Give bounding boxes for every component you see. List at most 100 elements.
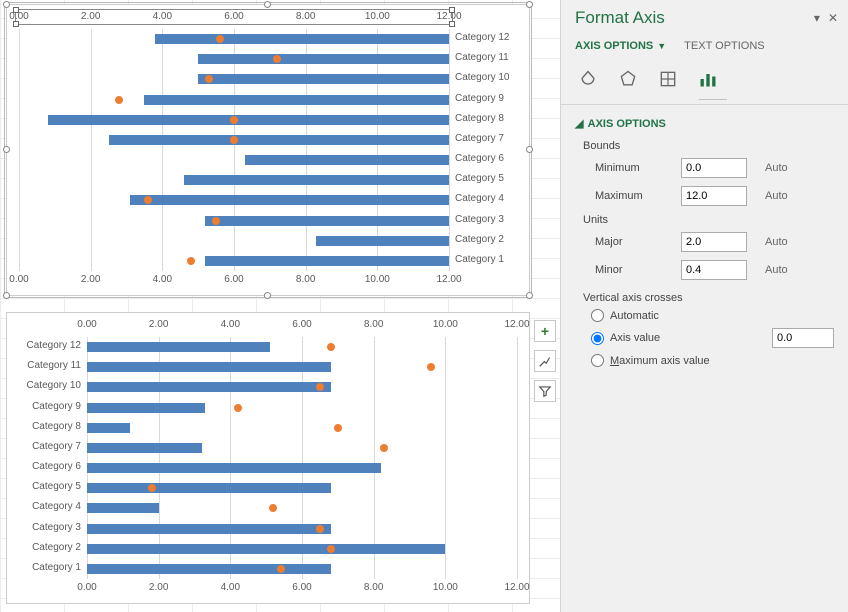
bar[interactable] — [87, 403, 205, 413]
axis-tick-top: 0.00 — [77, 319, 96, 330]
bar[interactable] — [87, 544, 445, 554]
bar[interactable] — [87, 483, 331, 493]
tab-axis-options[interactable]: AXIS OPTIONS ▼ — [575, 36, 666, 56]
maximum-input[interactable] — [681, 186, 747, 206]
marker-dot[interactable] — [212, 217, 220, 225]
marker-dot[interactable] — [334, 424, 342, 432]
bar[interactable] — [130, 195, 449, 205]
bar[interactable] — [205, 216, 449, 226]
marker-dot[interactable] — [277, 565, 285, 573]
major-auto[interactable]: Auto — [765, 236, 788, 248]
axis-tick-bottom: 12.00 — [436, 274, 461, 285]
vac-axis-value-input[interactable] — [772, 328, 834, 348]
minimum-input[interactable] — [681, 158, 747, 178]
category-label: Category 12 — [455, 32, 509, 43]
tab-axis-options-label: AXIS OPTIONS — [575, 40, 653, 52]
vac-automatic-label[interactable]: Automatic — [610, 310, 659, 322]
marker-dot[interactable] — [115, 96, 123, 104]
pane-dropdown-icon[interactable]: ▾ — [814, 11, 820, 25]
bar[interactable] — [87, 382, 331, 392]
chart-top[interactable]: 0.000.002.002.004.004.006.006.008.008.00… — [6, 4, 530, 296]
chart-style-button[interactable] — [534, 350, 556, 372]
tab-text-options-label: TEXT OPTIONS — [684, 40, 764, 52]
bar[interactable] — [184, 175, 449, 185]
chart-add-element-button[interactable]: + — [534, 320, 556, 342]
vac-automatic-radio[interactable] — [591, 309, 604, 322]
bar[interactable] — [144, 95, 449, 105]
marker-dot[interactable] — [327, 545, 335, 553]
bar[interactable] — [109, 135, 449, 145]
tab-text-options[interactable]: TEXT OPTIONS — [684, 36, 764, 56]
chart-bottom[interactable]: 0.000.002.002.004.004.006.006.008.008.00… — [6, 312, 530, 604]
bar[interactable] — [205, 256, 449, 266]
vac-maximum-radio[interactable] — [591, 354, 604, 367]
axis-tick-bottom: 6.00 — [224, 274, 243, 285]
category-label: Category 8 — [32, 421, 81, 432]
chevron-down-icon: ▼ — [657, 41, 666, 51]
marker-dot[interactable] — [316, 525, 324, 533]
bar[interactable] — [87, 342, 270, 352]
axis-tick-bottom: 2.00 — [149, 582, 168, 593]
bar[interactable] — [48, 115, 449, 125]
bar[interactable] — [87, 524, 331, 534]
vac-axis-value-radio[interactable] — [591, 332, 604, 345]
bar[interactable] — [87, 443, 202, 453]
axis-tick-bottom: 8.00 — [364, 582, 383, 593]
bounds-label: Bounds — [583, 136, 834, 154]
effects-icon[interactable] — [615, 66, 641, 92]
axis-tick-top: 12.00 — [504, 319, 529, 330]
bar[interactable] — [87, 362, 331, 372]
axis-options-icon[interactable] — [695, 66, 721, 92]
bar[interactable] — [87, 423, 130, 433]
axis-tick-top: 8.00 — [296, 11, 315, 22]
axis-tick-top: 10.00 — [365, 11, 390, 22]
category-label: Category 10 — [27, 380, 81, 391]
minimum-auto[interactable]: Auto — [765, 162, 788, 174]
vac-maximum-label[interactable]: Maximum axis value — [610, 355, 710, 367]
bar[interactable] — [245, 155, 449, 165]
category-label: Category 2 — [455, 234, 504, 245]
chart-top-plot[interactable]: 0.000.002.002.004.004.006.006.008.008.00… — [11, 9, 525, 291]
size-properties-icon[interactable] — [655, 66, 681, 92]
minor-auto[interactable]: Auto — [765, 264, 788, 276]
marker-dot[interactable] — [269, 504, 277, 512]
bar[interactable] — [316, 236, 449, 246]
category-label: Category 3 — [32, 522, 81, 533]
marker-dot[interactable] — [230, 136, 238, 144]
category-label: Category 5 — [455, 173, 504, 184]
format-axis-pane: Format Axis ▾ ✕ AXIS OPTIONS ▼ TEXT OPTI… — [560, 0, 848, 612]
axis-tick-bottom: 0.00 — [77, 582, 96, 593]
marker-dot[interactable] — [380, 444, 388, 452]
bar[interactable] — [87, 564, 331, 574]
marker-dot[interactable] — [148, 484, 156, 492]
axis-tick-top: 4.00 — [153, 11, 172, 22]
bar[interactable] — [155, 34, 449, 44]
axis-tick-top: 8.00 — [364, 319, 383, 330]
minor-input[interactable] — [681, 260, 747, 280]
marker-dot[interactable] — [187, 257, 195, 265]
vac-axis-value-label[interactable]: Axis value — [610, 332, 660, 344]
axis-tick-bottom: 6.00 — [292, 582, 311, 593]
worksheet-area: 0.000.002.002.004.004.006.006.008.008.00… — [0, 0, 560, 612]
bar[interactable] — [198, 74, 449, 84]
chart-filter-button[interactable] — [534, 380, 556, 402]
marker-dot[interactable] — [230, 116, 238, 124]
marker-dot[interactable] — [427, 363, 435, 371]
marker-dot[interactable] — [327, 343, 335, 351]
fill-line-icon[interactable] — [575, 66, 601, 92]
chart-bottom-plot[interactable]: 0.000.002.002.004.004.006.006.008.008.00… — [11, 317, 525, 599]
format-pane-title: Format Axis — [575, 8, 665, 28]
marker-dot[interactable] — [216, 35, 224, 43]
category-label: Category 9 — [455, 93, 504, 104]
pane-close-icon[interactable]: ✕ — [828, 11, 838, 25]
collapse-triangle-icon: ◢ — [575, 117, 585, 130]
bar[interactable] — [87, 463, 381, 473]
marker-dot[interactable] — [234, 404, 242, 412]
section-axis-options[interactable]: ◢ AXIS OPTIONS — [561, 113, 848, 134]
bar[interactable] — [87, 503, 159, 513]
major-input[interactable] — [681, 232, 747, 252]
bar[interactable] — [198, 54, 449, 64]
maximum-auto[interactable]: Auto — [765, 190, 788, 202]
category-label: Category 6 — [455, 153, 504, 164]
axis-tick-bottom: 10.00 — [365, 274, 390, 285]
